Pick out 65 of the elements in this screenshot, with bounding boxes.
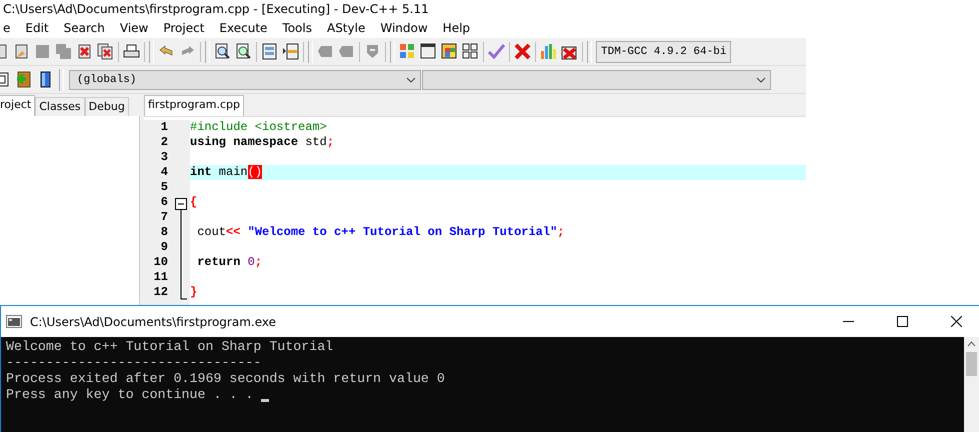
compiler-dropdown[interactable]: TDM-GCC 4.9.2 64-bi — [596, 40, 732, 62]
scope-dropdown[interactable]: (globals) — [69, 70, 421, 90]
line-number: 4 — [160, 165, 169, 180]
indent-icon[interactable] — [261, 43, 278, 60]
code-line: using namespace std; — [190, 135, 336, 150]
grid-icon[interactable] — [462, 43, 479, 60]
text-cursor — [261, 398, 270, 402]
add-file-icon[interactable] — [15, 71, 32, 88]
menu-item[interactable]: Tools — [276, 21, 318, 35]
caret-icon[interactable] — [406, 76, 416, 84]
unindent-icon[interactable] — [282, 43, 299, 60]
maximize-icon[interactable] — [896, 316, 908, 327]
close-file-icon[interactable] — [76, 43, 93, 60]
search-icon[interactable] — [214, 43, 231, 60]
console-icon — [6, 315, 22, 328]
console-line: Process exited after 0.1969 seconds with return value 0 — [6, 371, 445, 387]
menu-item[interactable]: AStyle — [320, 21, 372, 35]
color-window-icon[interactable] — [441, 43, 458, 60]
code-line: return 0; — [196, 255, 264, 270]
printer-icon[interactable] — [123, 43, 140, 60]
line-number: 8 — [160, 225, 169, 240]
console-line: -------------------------------- — [6, 355, 262, 371]
line-number: 12 — [154, 285, 169, 300]
window-title: C:\Users\Ad\Documents\firstprogram.exe — [30, 314, 278, 328]
line-number: 10 — [154, 255, 169, 270]
line-number: 2 — [160, 135, 169, 150]
code-editor[interactable]: 1 2 3 4 5 6 7 8 9 10 11 12 #include <iostream> using namespace std; int main() { cout<< "Welcome to c++ Tutorial on Sharp Tutorial"; return 0; } — [144, 116, 806, 305]
replace-icon[interactable] — [235, 43, 252, 60]
menu-item[interactable]: Help — [436, 21, 476, 35]
code-line: { — [190, 195, 198, 210]
line-number: 6 — [160, 195, 169, 210]
document-icon[interactable] — [13, 43, 30, 60]
line-number: 9 — [160, 240, 169, 255]
line-number: 3 — [160, 150, 169, 165]
panel-tab[interactable]: Debug — [84, 97, 129, 116]
panel-tab[interactable]: Classes — [35, 97, 85, 116]
scrollbar[interactable] — [964, 337, 979, 432]
menu-item[interactable]: e — [0, 21, 16, 35]
console-line: Press any key to continue . . . — [6, 387, 254, 403]
code-line: #include <iostream> — [190, 120, 328, 135]
caret-icon[interactable] — [756, 76, 766, 84]
file-tab[interactable]: firstprogram.cpp — [144, 95, 244, 116]
menu-item[interactable]: Edit — [19, 21, 55, 35]
window-icon[interactable] — [420, 43, 437, 60]
color-grid-icon[interactable] — [399, 43, 416, 60]
close-icon[interactable] — [950, 316, 962, 327]
menu-item[interactable]: Execute — [213, 21, 274, 35]
line-number: 7 — [160, 210, 169, 225]
line-number: 1 — [160, 120, 169, 135]
console-line: Welcome to c++ Tutorial on Sharp Tutorial — [6, 339, 334, 355]
line-number: 11 — [154, 270, 169, 285]
menu-item[interactable]: Search — [58, 21, 111, 35]
menu-item[interactable]: View — [114, 21, 154, 35]
code-line: cout<< "Welcome to c++ Tutorial on Sharp Tutorial"; — [196, 225, 566, 240]
window-title: C:\Users\Ad\Documents\firstprogram.cpp - [Executing] - Dev-C++ 5.11 — [3, 2, 429, 16]
close-all-icon[interactable] — [97, 43, 114, 60]
menu-item[interactable]: Project — [157, 21, 210, 35]
scroll-up-icon[interactable] — [967, 341, 976, 347]
checkmark-icon[interactable] — [488, 43, 505, 60]
code-line: } — [190, 285, 198, 300]
menu-item[interactable]: Window — [374, 21, 434, 35]
scrollbar-thumb[interactable] — [966, 352, 977, 376]
line-number: 5 — [160, 180, 169, 195]
fold-marker-icon[interactable] — [174, 198, 188, 302]
panel-tab[interactable]: roject — [0, 95, 36, 116]
